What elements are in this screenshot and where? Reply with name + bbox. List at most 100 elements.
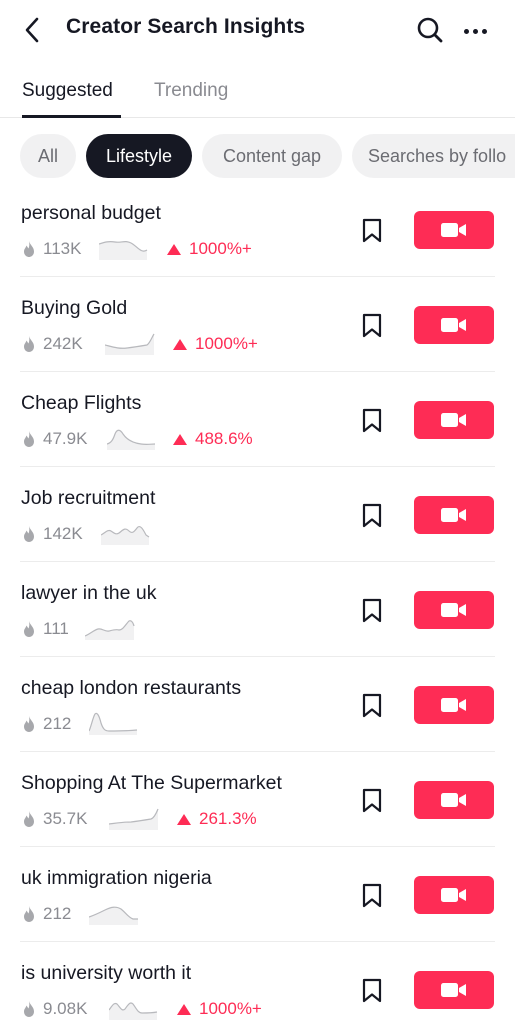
- header-bar: Creator Search Insights: [0, 0, 515, 60]
- flame-icon: [24, 716, 34, 732]
- topic-stats: 111: [21, 616, 135, 642]
- record-video-button[interactable]: [414, 211, 494, 249]
- search-button[interactable]: [414, 14, 446, 46]
- topic-title: Cheap Flights: [21, 392, 142, 414]
- up-triangle-icon: [177, 813, 191, 825]
- topic-stats: 242K 1000%+: [21, 331, 258, 357]
- record-video-button[interactable]: [414, 401, 494, 439]
- topic-title: is university worth it: [21, 962, 192, 984]
- growth-indicator: 488.6%: [173, 429, 253, 449]
- topic-stats: 113K 1000%+: [21, 236, 252, 262]
- flame-icon: [24, 336, 34, 352]
- bookmark-icon[interactable]: [360, 503, 384, 529]
- up-triangle-icon: [173, 433, 187, 445]
- bookmark-icon[interactable]: [360, 883, 384, 909]
- trend-sparkline: [89, 906, 138, 925]
- topic-row[interactable]: lawyer in the uk 111: [0, 562, 515, 657]
- flame-icon: [24, 431, 34, 447]
- topic-stats: 212: [21, 711, 138, 737]
- trend-sparkline: [107, 429, 156, 450]
- bookmark-icon[interactable]: [360, 788, 384, 814]
- growth-indicator: 261.3%: [177, 809, 257, 829]
- growth-value: 1000%+: [199, 999, 262, 1018]
- record-video-button[interactable]: [414, 496, 494, 534]
- chip-all[interactable]: All: [20, 134, 76, 178]
- up-triangle-icon: [177, 1003, 191, 1015]
- view-count: 212: [43, 904, 72, 923]
- view-count: 212: [43, 714, 72, 733]
- active-tab-indicator: [22, 115, 121, 118]
- trend-sparkline: [99, 241, 148, 260]
- chip-searches-by-followers[interactable]: Searches by follo: [352, 134, 515, 178]
- topic-row[interactable]: Shopping At The Supermarket 35.7K 261.3%: [0, 752, 515, 847]
- bookmark-icon[interactable]: [360, 598, 384, 624]
- record-video-button[interactable]: [414, 781, 494, 819]
- chip-lifestyle[interactable]: Lifestyle: [86, 134, 192, 178]
- video-camera-icon: [441, 983, 466, 997]
- topic-title: lawyer in the uk: [21, 582, 157, 604]
- growth-value: 261.3%: [199, 809, 257, 828]
- topic-row[interactable]: Job recruitment 142K: [0, 467, 515, 562]
- view-count: 111: [43, 619, 69, 638]
- topic-row[interactable]: cheap london restaurants 212: [0, 657, 515, 752]
- trend-sparkline: [105, 333, 155, 355]
- search-icon: [417, 17, 443, 43]
- tab-bar: Suggested Trending: [0, 70, 515, 118]
- growth-value: 488.6%: [195, 429, 253, 448]
- video-camera-icon: [441, 508, 466, 522]
- topic-row[interactable]: uk immigration nigeria 212: [0, 847, 515, 942]
- topic-stats: 9.08K 1000%+: [21, 996, 262, 1022]
- bookmark-icon[interactable]: [360, 218, 384, 244]
- record-video-button[interactable]: [414, 876, 494, 914]
- more-horizontal-icon: [462, 21, 489, 39]
- chip-content-gap[interactable]: Content gap: [202, 134, 342, 178]
- video-camera-icon: [441, 698, 466, 712]
- more-options-button[interactable]: [458, 14, 492, 46]
- video-camera-icon: [441, 603, 466, 617]
- topic-title: personal budget: [21, 202, 161, 224]
- bookmark-icon[interactable]: [360, 693, 384, 719]
- record-video-button[interactable]: [414, 306, 494, 344]
- topic-stats: 142K: [21, 521, 150, 547]
- topic-row[interactable]: personal budget 113K 1000%+: [0, 182, 515, 277]
- topic-row[interactable]: Buying Gold 242K 1000%+: [0, 277, 515, 372]
- topic-stats: 47.9K 488.6%: [21, 426, 253, 452]
- topic-row[interactable]: is university worth it 9.08K 1000%+: [0, 942, 515, 1024]
- topic-list: personal budget 113K 1000%+ Buying Gold …: [0, 182, 515, 1024]
- back-button[interactable]: [18, 14, 46, 46]
- record-video-button[interactable]: [414, 686, 494, 724]
- topic-title: cheap london restaurants: [21, 677, 242, 699]
- growth-indicator: 1000%+: [173, 334, 258, 354]
- growth-value: 1000%+: [189, 239, 252, 258]
- topic-stats: 212: [21, 901, 138, 927]
- trend-sparkline: [101, 525, 150, 545]
- topic-title: Buying Gold: [21, 297, 128, 319]
- record-video-button[interactable]: [414, 971, 494, 1009]
- topic-title: Shopping At The Supermarket: [21, 772, 282, 794]
- record-video-button[interactable]: [414, 591, 494, 629]
- tab-suggested[interactable]: Suggested: [22, 80, 113, 102]
- page-title: Creator Search Insights: [66, 15, 306, 38]
- bookmark-icon[interactable]: [360, 313, 384, 339]
- trend-sparkline: [85, 620, 135, 640]
- topic-title: Job recruitment: [21, 487, 156, 509]
- topic-row[interactable]: Cheap Flights 47.9K 488.6%: [0, 372, 515, 467]
- video-camera-icon: [441, 793, 466, 807]
- flame-icon: [24, 811, 34, 827]
- trend-sparkline: [89, 712, 138, 735]
- view-count: 242K: [43, 334, 83, 353]
- view-count: 9.08K: [43, 999, 88, 1018]
- chevron-left-icon: [25, 17, 39, 43]
- trend-sparkline: [109, 808, 159, 830]
- view-count: 113K: [43, 239, 82, 258]
- topic-title: uk immigration nigeria: [21, 867, 212, 889]
- view-count: 35.7K: [43, 809, 88, 828]
- trend-sparkline: [109, 1002, 158, 1020]
- topic-stats: 35.7K 261.3%: [21, 806, 257, 832]
- flame-icon: [24, 621, 34, 637]
- bookmark-icon[interactable]: [360, 408, 384, 434]
- video-camera-icon: [441, 413, 466, 427]
- bookmark-icon[interactable]: [360, 978, 384, 1004]
- tab-trending[interactable]: Trending: [154, 80, 228, 102]
- up-triangle-icon: [167, 243, 181, 255]
